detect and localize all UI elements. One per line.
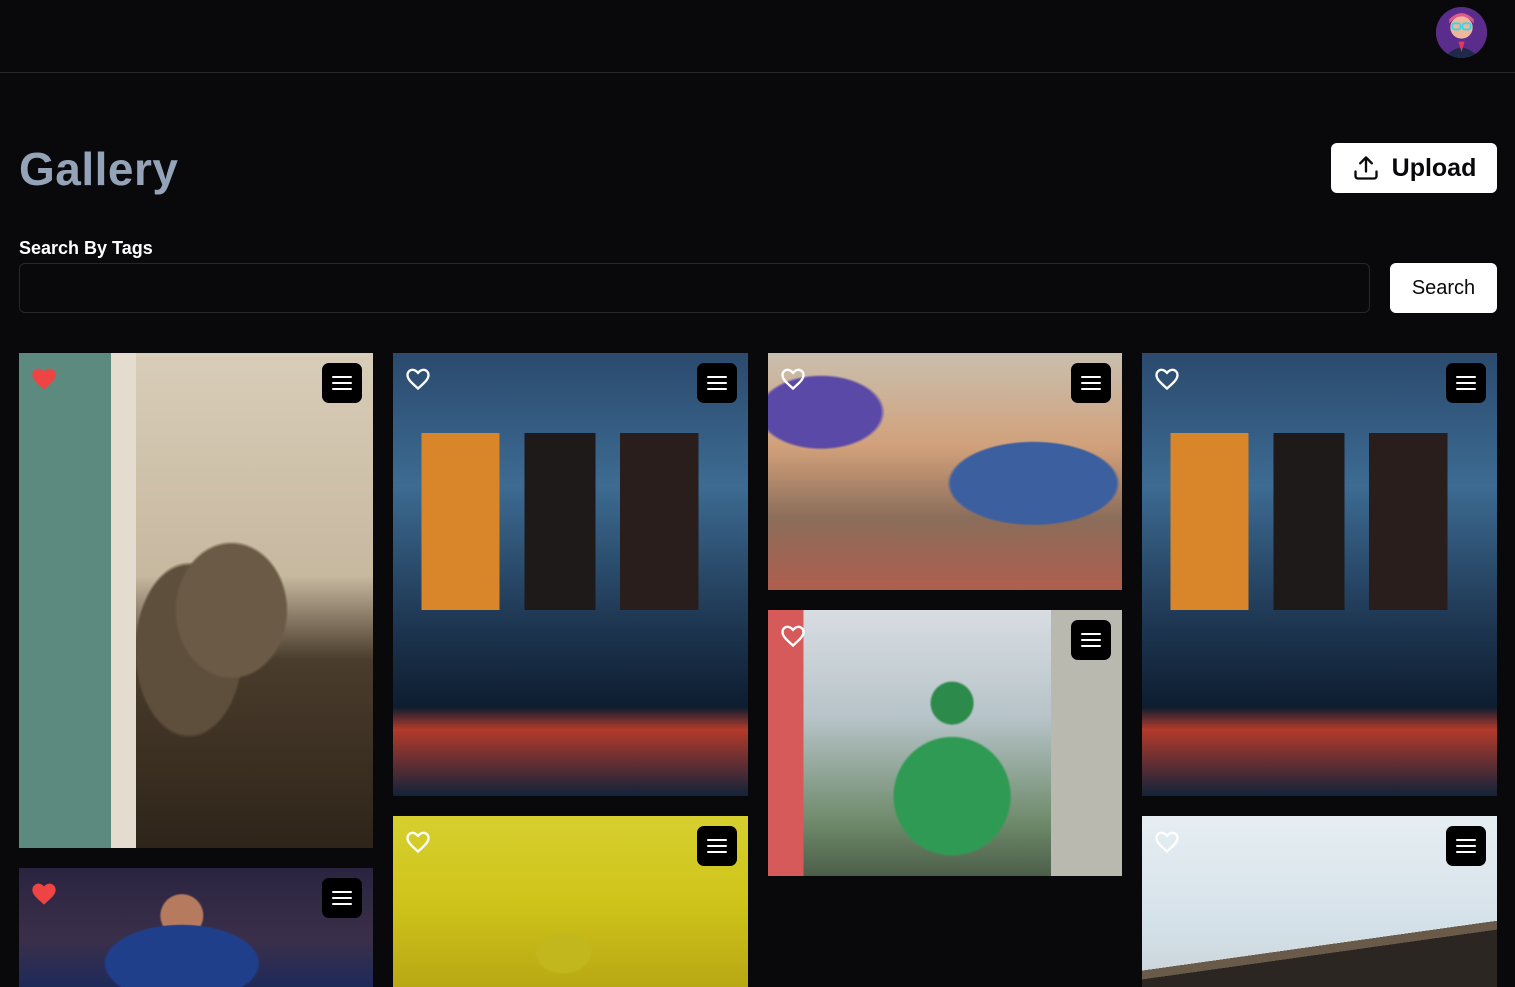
image-menu-button[interactable] bbox=[1071, 363, 1111, 403]
heart-outline-icon bbox=[1155, 831, 1179, 854]
heart-outline-icon bbox=[406, 368, 430, 391]
image-menu-button[interactable] bbox=[1446, 363, 1486, 403]
heart-outline-icon bbox=[1155, 368, 1179, 391]
favorite-button[interactable] bbox=[1153, 365, 1181, 391]
top-bar bbox=[0, 0, 1515, 73]
favorite-button[interactable] bbox=[404, 365, 432, 391]
upload-button-label: Upload bbox=[1391, 153, 1477, 182]
gallery-card[interactable] bbox=[19, 353, 373, 848]
favorite-button[interactable] bbox=[404, 828, 432, 854]
favorite-button[interactable] bbox=[779, 365, 807, 391]
favorite-button[interactable] bbox=[30, 365, 58, 391]
gallery-card[interactable] bbox=[768, 353, 1122, 590]
photo-cassette-tapes bbox=[1142, 353, 1497, 796]
gallery-card[interactable] bbox=[1142, 816, 1497, 987]
gallery-card[interactable] bbox=[393, 353, 748, 796]
photo-cassette-tapes bbox=[393, 353, 748, 796]
tag-search-input[interactable] bbox=[19, 263, 1370, 313]
hamburger-menu-icon bbox=[1081, 633, 1101, 647]
gallery-card[interactable] bbox=[393, 816, 748, 987]
photo-modern-building bbox=[1142, 816, 1497, 987]
image-menu-button[interactable] bbox=[1071, 620, 1111, 660]
image-menu-button[interactable] bbox=[322, 878, 362, 918]
search-button[interactable]: Search bbox=[1390, 263, 1497, 313]
heart-outline-icon bbox=[781, 625, 805, 648]
heart-filled-icon bbox=[32, 883, 56, 905]
heart-outline-icon bbox=[406, 831, 430, 854]
photo-tuk-tuk-street bbox=[768, 353, 1122, 590]
upload-icon bbox=[1353, 156, 1378, 180]
gallery-card[interactable] bbox=[1142, 353, 1497, 796]
image-menu-button[interactable] bbox=[1446, 826, 1486, 866]
image-menu-button[interactable] bbox=[697, 826, 737, 866]
page-title: Gallery bbox=[19, 143, 179, 195]
hamburger-menu-icon bbox=[1456, 839, 1476, 853]
photo-soccer-player bbox=[19, 868, 373, 987]
search-label: Search By Tags bbox=[19, 238, 153, 258]
hamburger-menu-icon bbox=[332, 891, 352, 905]
heart-filled-icon bbox=[32, 368, 56, 390]
favorite-button[interactable] bbox=[1153, 828, 1181, 854]
image-menu-button[interactable] bbox=[697, 363, 737, 403]
user-avatar[interactable] bbox=[1436, 7, 1487, 58]
gallery-card[interactable] bbox=[768, 610, 1122, 876]
hamburger-menu-icon bbox=[707, 839, 727, 853]
photo-rider-with-phone bbox=[768, 610, 1122, 876]
image-menu-button[interactable] bbox=[322, 363, 362, 403]
hamburger-menu-icon bbox=[332, 376, 352, 390]
gallery-card[interactable] bbox=[19, 868, 373, 987]
heart-outline-icon bbox=[781, 368, 805, 391]
hamburger-menu-icon bbox=[1456, 376, 1476, 390]
favorite-button[interactable] bbox=[779, 622, 807, 648]
hamburger-menu-icon bbox=[1081, 376, 1101, 390]
photo-logs-by-door bbox=[19, 353, 373, 848]
avatar-illustration-icon bbox=[1436, 7, 1487, 58]
hamburger-menu-icon bbox=[707, 376, 727, 390]
favorite-button[interactable] bbox=[30, 880, 58, 906]
photo-yellow-flower-field bbox=[393, 816, 748, 987]
upload-button[interactable]: Upload bbox=[1331, 143, 1497, 193]
